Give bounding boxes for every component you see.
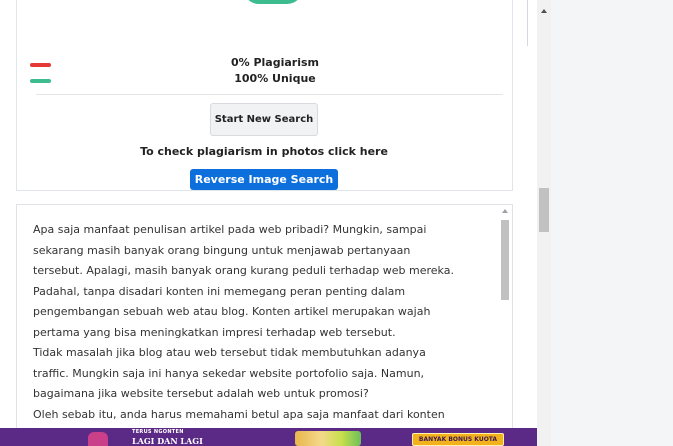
text-line: bagaimana jika website tersebut adalah w… [33,387,369,400]
divider [36,94,503,95]
ad-mascot-image [88,432,108,446]
text-line: pertama yang bisa meningkatkan impresi t… [33,325,396,339]
text-line: tersebut. Apalagi, masih banyak orang ku… [33,264,454,277]
ad-banner[interactable]: TERUS NGONTEN LAGI DAN LAGI BANYAK BONUS… [0,428,537,446]
result-donut-chart [243,0,303,4]
result-card [16,0,528,191]
ad-headline: LAGI DAN LAGI [132,436,203,446]
text-line: sekarang masih banyak orang bingung untu… [33,243,411,257]
ad-graphic-image [295,431,361,446]
ad-cta-button[interactable]: BANYAK BONUS KUOTA [412,433,504,446]
text-line: Padahal, tanpa disadari konten ini memeg… [33,284,406,298]
textarea-scrollbar[interactable] [500,207,510,443]
scroll-up-arrow-icon[interactable] [541,9,547,13]
main-page: 0% Plagiarism 100% Unique Start New Sear… [0,0,537,446]
reverse-image-search-button[interactable]: Reverse Image Search [190,169,338,190]
text-line: traffic. Mungkin saja ini hanya sekedar … [33,366,425,380]
start-new-search-button[interactable]: Start New Search [210,103,318,136]
photo-check-prompt: To check plagiarism in photos click here [140,145,388,158]
content-text: Apa saja manfaat penulisan artikel pada … [33,220,495,425]
scroll-up-arrow-icon[interactable] [502,209,508,213]
text-line: Apa saja manfaat penulisan artikel pada … [33,223,427,236]
plagiarism-legend-swatch [30,63,51,67]
unique-legend-swatch [30,79,51,83]
page-scrollbar[interactable] [537,0,551,446]
text-line: Tidak masalah jika blog atau web tersebu… [33,346,426,359]
plagiarism-percentage: 0% Plagiarism [230,56,320,69]
text-line: Oleh sebab itu, anda harus memahami betu… [33,407,445,421]
content-textarea[interactable]: Apa saja manfaat penulisan artikel pada … [16,204,513,444]
textarea-scrollbar-thumb[interactable] [501,220,509,300]
ad-tagline: TERUS NGONTEN [132,429,184,435]
text-line: pengembangan sebuah web atau blog. Konte… [33,305,431,318]
page-scrollbar-thumb[interactable] [539,188,549,232]
unique-percentage: 100% Unique [234,72,316,85]
divider [527,0,528,46]
